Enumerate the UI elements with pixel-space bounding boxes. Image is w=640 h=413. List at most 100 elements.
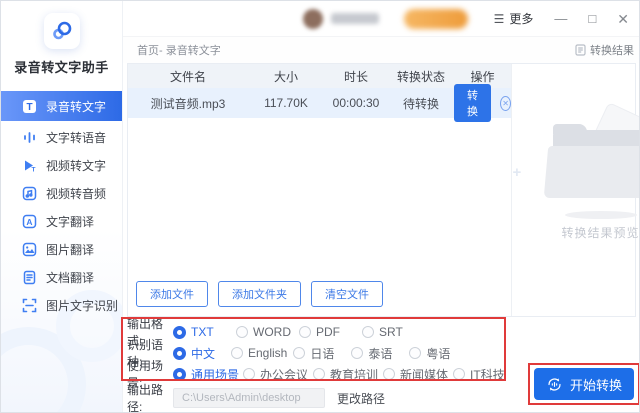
radio-srt[interactable]: SRT <box>362 325 417 339</box>
radio-thai[interactable]: 泰语 <box>351 345 403 362</box>
radio-education[interactable]: 教育培训 <box>313 366 379 383</box>
radio-label: PDF <box>316 325 340 339</box>
radio-label: 日语 <box>310 346 335 361</box>
radio-icon <box>351 347 364 359</box>
file-actions: 添加文件 添加文件夹 清空文件 <box>136 281 383 307</box>
svg-text:A: A <box>26 217 32 227</box>
document-translate-icon <box>22 270 37 285</box>
app-logo-icon <box>43 13 80 49</box>
convert-spinner-icon <box>548 377 561 391</box>
radio-it-tech[interactable]: IT科技 <box>453 366 519 383</box>
logo-area: 录音转文字助手 <box>1 1 122 76</box>
sidebar-item-audio-to-text[interactable]: T 录音转文字 <box>1 91 122 121</box>
more-label: 更多 <box>509 12 534 26</box>
col-filename: 文件名 <box>169 69 206 84</box>
radio-label: 新闻媒体 <box>400 367 449 382</box>
radio-icon <box>409 347 422 359</box>
sidebar-item-text-to-speech[interactable]: 文字转语音 <box>1 123 122 151</box>
sidebar-item-label: 文档翻译 <box>46 270 95 285</box>
maximize-button[interactable]: □ <box>588 12 596 25</box>
more-menu-button[interactable]: ☰ 更多 <box>494 10 534 27</box>
col-actions: 操作 <box>470 69 495 84</box>
radio-icon <box>453 368 466 380</box>
radio-office-meeting[interactable]: 办公会议 <box>243 366 309 383</box>
file-table: 文件名 大小 时长 转换状态 操作 测试音频.mp3 117.70K 00:00… <box>128 64 511 316</box>
result-link-label: 转换结果 <box>590 45 634 57</box>
minimize-button[interactable]: — <box>554 12 567 25</box>
radio-icon <box>173 325 186 339</box>
output-path-row: 输出路径: 更改路径 <box>127 383 385 412</box>
sidebar-item-image-ocr[interactable]: 图片文字识别 <box>1 291 122 319</box>
cell-size: 117.70K <box>264 96 308 110</box>
close-button[interactable]: ✕ <box>617 12 629 26</box>
clear-files-button[interactable]: 清空文件 <box>311 281 383 307</box>
username-redacted <box>330 13 379 24</box>
add-folder-button[interactable]: 添加文件夹 <box>218 281 301 307</box>
sidebar-item-video-to-audio[interactable]: 视频转音频 <box>1 179 122 207</box>
remove-file-icon[interactable]: ✕ <box>500 95 511 111</box>
output-path-label: 输出路径: <box>127 383 164 413</box>
radio-general-scene[interactable]: 通用场景 <box>173 366 239 383</box>
vip-upgrade-button-redacted[interactable] <box>403 8 468 29</box>
document-icon <box>575 44 586 56</box>
hamburger-icon: ☰ <box>493 11 505 26</box>
image-translate-icon <box>22 242 37 257</box>
cell-actions: 转换 ✕ <box>454 84 511 122</box>
sidebar-item-document-translate[interactable]: 文档翻译 <box>1 263 122 291</box>
output-path-input[interactable] <box>173 388 325 408</box>
folder-shadow <box>564 211 637 219</box>
convert-button[interactable]: 转换 <box>454 84 492 122</box>
radio-word[interactable]: WORD <box>236 325 291 339</box>
sidebar-item-text-translate[interactable]: A 文字翻译 <box>1 207 122 235</box>
video-to-text-icon: T <box>22 158 37 173</box>
add-file-button[interactable]: 添加文件 <box>136 281 208 307</box>
app-window: 录音转文字助手 T 录音转文字 文字转语音 T 视频转文字 视频转音频 A 文字… <box>0 0 640 413</box>
radio-icon <box>173 346 186 360</box>
sidebar-item-image-translate[interactable]: 图片翻译 <box>1 235 122 263</box>
radio-label: 办公会议 <box>260 367 309 382</box>
col-size: 大小 <box>273 69 298 84</box>
change-path-link[interactable]: 更改路径 <box>337 390 385 407</box>
radio-icon <box>231 347 243 359</box>
radio-chinese[interactable]: 中文 <box>173 345 225 362</box>
radio-label: English <box>248 346 288 360</box>
radio-icon <box>299 326 311 338</box>
radio-english[interactable]: English <box>231 346 287 360</box>
radio-label: 泰语 <box>368 346 393 361</box>
table-row[interactable]: 测试音频.mp3 117.70K 00:00:30 待转换 转换 ✕ <box>128 84 511 122</box>
sidebar-item-label: 录音转文字 <box>46 99 107 114</box>
sidebar-item-label: 文字翻译 <box>46 214 95 229</box>
radio-label: 通用场景 <box>191 367 240 382</box>
radio-cantonese[interactable]: 粤语 <box>409 345 461 362</box>
radio-news-media[interactable]: 新闻媒体 <box>383 366 449 383</box>
radio-icon <box>293 347 306 359</box>
col-status: 转换状态 <box>396 69 445 84</box>
radio-label: 中文 <box>191 346 216 361</box>
app-title: 录音转文字助手 <box>14 60 109 75</box>
image-ocr-icon <box>22 298 37 313</box>
radio-label: 粤语 <box>426 346 451 361</box>
radio-label: SRT <box>379 325 403 339</box>
sidebar-item-video-to-text[interactable]: T 视频转文字 <box>1 151 122 179</box>
conversion-result-link[interactable]: 转换结果 <box>575 42 634 58</box>
radio-icon <box>362 326 374 338</box>
radio-icon <box>236 326 248 338</box>
preview-caption: 转换结果预览 <box>561 226 640 240</box>
content-panel: 文件名 大小 时长 转换状态 操作 测试音频.mp3 117.70K 00:00… <box>127 63 639 317</box>
radio-txt[interactable]: TXT <box>173 325 228 339</box>
radio-pdf[interactable]: PDF <box>299 325 354 339</box>
titlebar: ☰ 更多 — □ ✕ <box>123 1 639 37</box>
radio-icon <box>173 367 186 381</box>
folder-front <box>543 146 639 198</box>
radio-label: 教育培训 <box>330 367 379 382</box>
radio-icon <box>243 368 256 380</box>
start-convert-label: 开始转换 <box>569 377 622 393</box>
language-row: 识别语种: 中文 English 日语 泰语 粤语 <box>127 338 467 369</box>
cell-filename: 测试音频.mp3 <box>150 96 226 111</box>
sidebar-item-label: 文字转语音 <box>46 130 107 145</box>
user-avatar[interactable] <box>302 8 323 29</box>
start-convert-button[interactable]: 开始转换 <box>534 368 634 400</box>
sidebar-item-label: 视频转音频 <box>46 186 107 201</box>
radio-japanese[interactable]: 日语 <box>293 345 345 362</box>
sparkle-icon: + <box>512 164 522 181</box>
